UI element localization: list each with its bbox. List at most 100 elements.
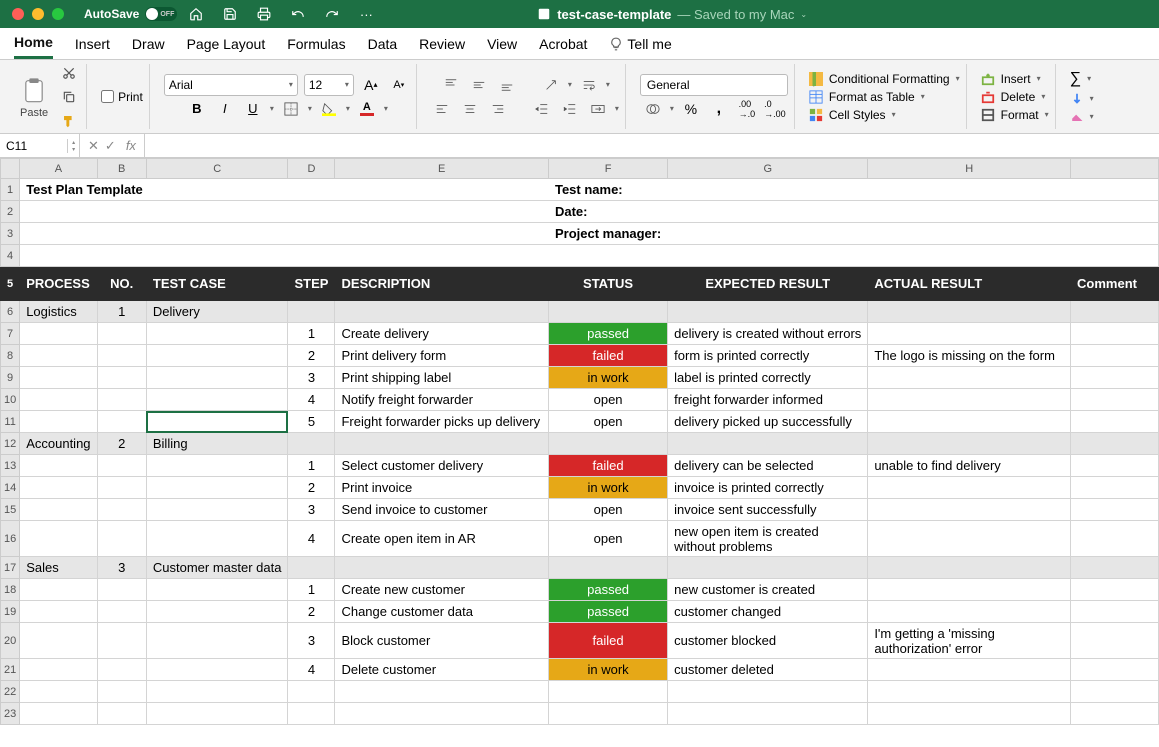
cell[interactable] bbox=[335, 557, 549, 579]
clear-button[interactable]: ▾ bbox=[1070, 109, 1094, 125]
row-header-6[interactable]: 6 bbox=[1, 301, 20, 323]
col-header-B[interactable]: B bbox=[97, 159, 146, 179]
section-testcase[interactable]: Billing bbox=[146, 433, 288, 455]
row-header-14[interactable]: 14 bbox=[1, 477, 20, 499]
worksheet[interactable]: ABCDEFGH 1Test Plan TemplateTest name:2D… bbox=[0, 158, 1159, 747]
desc-cell[interactable]: Notify freight forwarder bbox=[335, 389, 549, 411]
cell[interactable] bbox=[146, 201, 288, 223]
currency-icon[interactable] bbox=[642, 98, 664, 120]
expected-cell[interactable]: new customer is created bbox=[668, 579, 868, 601]
section-no[interactable]: 3 bbox=[97, 557, 146, 579]
status-cell[interactable]: open bbox=[548, 499, 667, 521]
print-icon[interactable] bbox=[253, 3, 275, 25]
cell[interactable] bbox=[146, 389, 288, 411]
cell[interactable] bbox=[288, 245, 335, 267]
cell[interactable] bbox=[20, 659, 97, 681]
status-cell[interactable]: in work bbox=[548, 659, 667, 681]
cell[interactable] bbox=[668, 301, 868, 323]
step-cell[interactable]: 2 bbox=[288, 477, 335, 499]
cell[interactable] bbox=[146, 245, 288, 267]
actual-cell[interactable] bbox=[868, 367, 1071, 389]
cell[interactable] bbox=[335, 681, 549, 703]
percent-icon[interactable]: % bbox=[680, 98, 702, 120]
expected-cell[interactable]: customer changed bbox=[668, 601, 868, 623]
cell[interactable] bbox=[97, 201, 146, 223]
cell[interactable] bbox=[288, 301, 335, 323]
step-cell[interactable]: 1 bbox=[288, 323, 335, 345]
bold-button[interactable]: B bbox=[186, 98, 208, 120]
autosum-button[interactable]: ∑▾ bbox=[1070, 69, 1091, 89]
row-header-15[interactable]: 15 bbox=[1, 499, 20, 521]
row-header-13[interactable]: 13 bbox=[1, 455, 20, 477]
autosave-switch[interactable]: OFF bbox=[145, 7, 177, 21]
cell[interactable] bbox=[20, 601, 97, 623]
cell[interactable] bbox=[97, 521, 146, 557]
row-header-17[interactable]: 17 bbox=[1, 557, 20, 579]
cell[interactable] bbox=[146, 411, 288, 433]
comment-cell[interactable] bbox=[1071, 455, 1159, 477]
section-no[interactable]: 1 bbox=[97, 301, 146, 323]
status-cell[interactable]: failed bbox=[548, 623, 667, 659]
cell[interactable] bbox=[868, 301, 1071, 323]
cell[interactable] bbox=[288, 703, 335, 725]
cell[interactable] bbox=[20, 389, 97, 411]
cell[interactable] bbox=[868, 681, 1071, 703]
actual-cell[interactable]: I'm getting a 'missing authorization' er… bbox=[868, 623, 1071, 659]
cell[interactable] bbox=[146, 681, 288, 703]
row-header-19[interactable]: 19 bbox=[1, 601, 20, 623]
meta-test-name-label[interactable]: Test name: bbox=[548, 179, 667, 201]
desc-cell[interactable]: Print delivery form bbox=[335, 345, 549, 367]
desc-cell[interactable]: Create open item in AR bbox=[335, 521, 549, 557]
cell[interactable] bbox=[20, 455, 97, 477]
step-cell[interactable]: 1 bbox=[288, 455, 335, 477]
cell[interactable] bbox=[868, 557, 1071, 579]
increase-indent-icon[interactable] bbox=[559, 98, 581, 120]
decrease-indent-icon[interactable] bbox=[531, 98, 553, 120]
copy-icon[interactable] bbox=[58, 86, 80, 108]
redo-icon[interactable] bbox=[321, 3, 343, 25]
expected-cell[interactable]: delivery can be selected bbox=[668, 455, 868, 477]
col-header-A[interactable]: A bbox=[20, 159, 97, 179]
actual-cell[interactable] bbox=[868, 411, 1071, 433]
increase-font-icon[interactable]: A▴ bbox=[360, 74, 382, 96]
step-cell[interactable]: 5 bbox=[288, 411, 335, 433]
cell[interactable] bbox=[146, 601, 288, 623]
hdr-status[interactable]: STATUS bbox=[548, 267, 667, 301]
cell[interactable] bbox=[20, 323, 97, 345]
align-center-icon[interactable] bbox=[459, 98, 481, 120]
desc-cell[interactable]: Freight forwarder picks up delivery bbox=[335, 411, 549, 433]
borders-icon[interactable] bbox=[280, 98, 302, 120]
align-top-icon[interactable] bbox=[440, 74, 462, 96]
cell[interactable] bbox=[20, 367, 97, 389]
step-cell[interactable]: 4 bbox=[288, 521, 335, 557]
hdr-expected[interactable]: EXPECTED RESULT bbox=[668, 267, 868, 301]
cell[interactable] bbox=[20, 521, 97, 557]
cell[interactable] bbox=[668, 681, 868, 703]
meta-pm-label[interactable]: Project manager: bbox=[548, 223, 667, 245]
cell[interactable] bbox=[668, 703, 868, 725]
cell[interactable] bbox=[548, 681, 667, 703]
font-color-icon[interactable]: A bbox=[356, 98, 378, 120]
status-cell[interactable]: passed bbox=[548, 579, 667, 601]
cell[interactable] bbox=[668, 245, 868, 267]
cell[interactable] bbox=[548, 245, 667, 267]
cell[interactable] bbox=[97, 389, 146, 411]
format-painter-icon[interactable] bbox=[58, 110, 80, 132]
cell[interactable] bbox=[335, 433, 549, 455]
cell[interactable] bbox=[97, 499, 146, 521]
cell[interactable] bbox=[20, 579, 97, 601]
desc-cell[interactable]: Print shipping label bbox=[335, 367, 549, 389]
row-header-3[interactable]: 3 bbox=[1, 223, 20, 245]
delete-cells-button[interactable]: Delete▾ bbox=[981, 89, 1046, 105]
cell[interactable] bbox=[548, 703, 667, 725]
cell[interactable] bbox=[548, 433, 667, 455]
expected-cell[interactable]: invoice is printed correctly bbox=[668, 477, 868, 499]
decrease-font-icon[interactable]: A▾ bbox=[388, 74, 410, 96]
hdr-process[interactable]: PROCESS bbox=[20, 267, 97, 301]
row-header-7[interactable]: 7 bbox=[1, 323, 20, 345]
section-process[interactable]: Sales bbox=[20, 557, 97, 579]
wrap-text-icon[interactable] bbox=[578, 74, 600, 96]
expected-cell[interactable]: invoice sent successfully bbox=[668, 499, 868, 521]
cell[interactable] bbox=[668, 433, 868, 455]
cell[interactable] bbox=[97, 659, 146, 681]
